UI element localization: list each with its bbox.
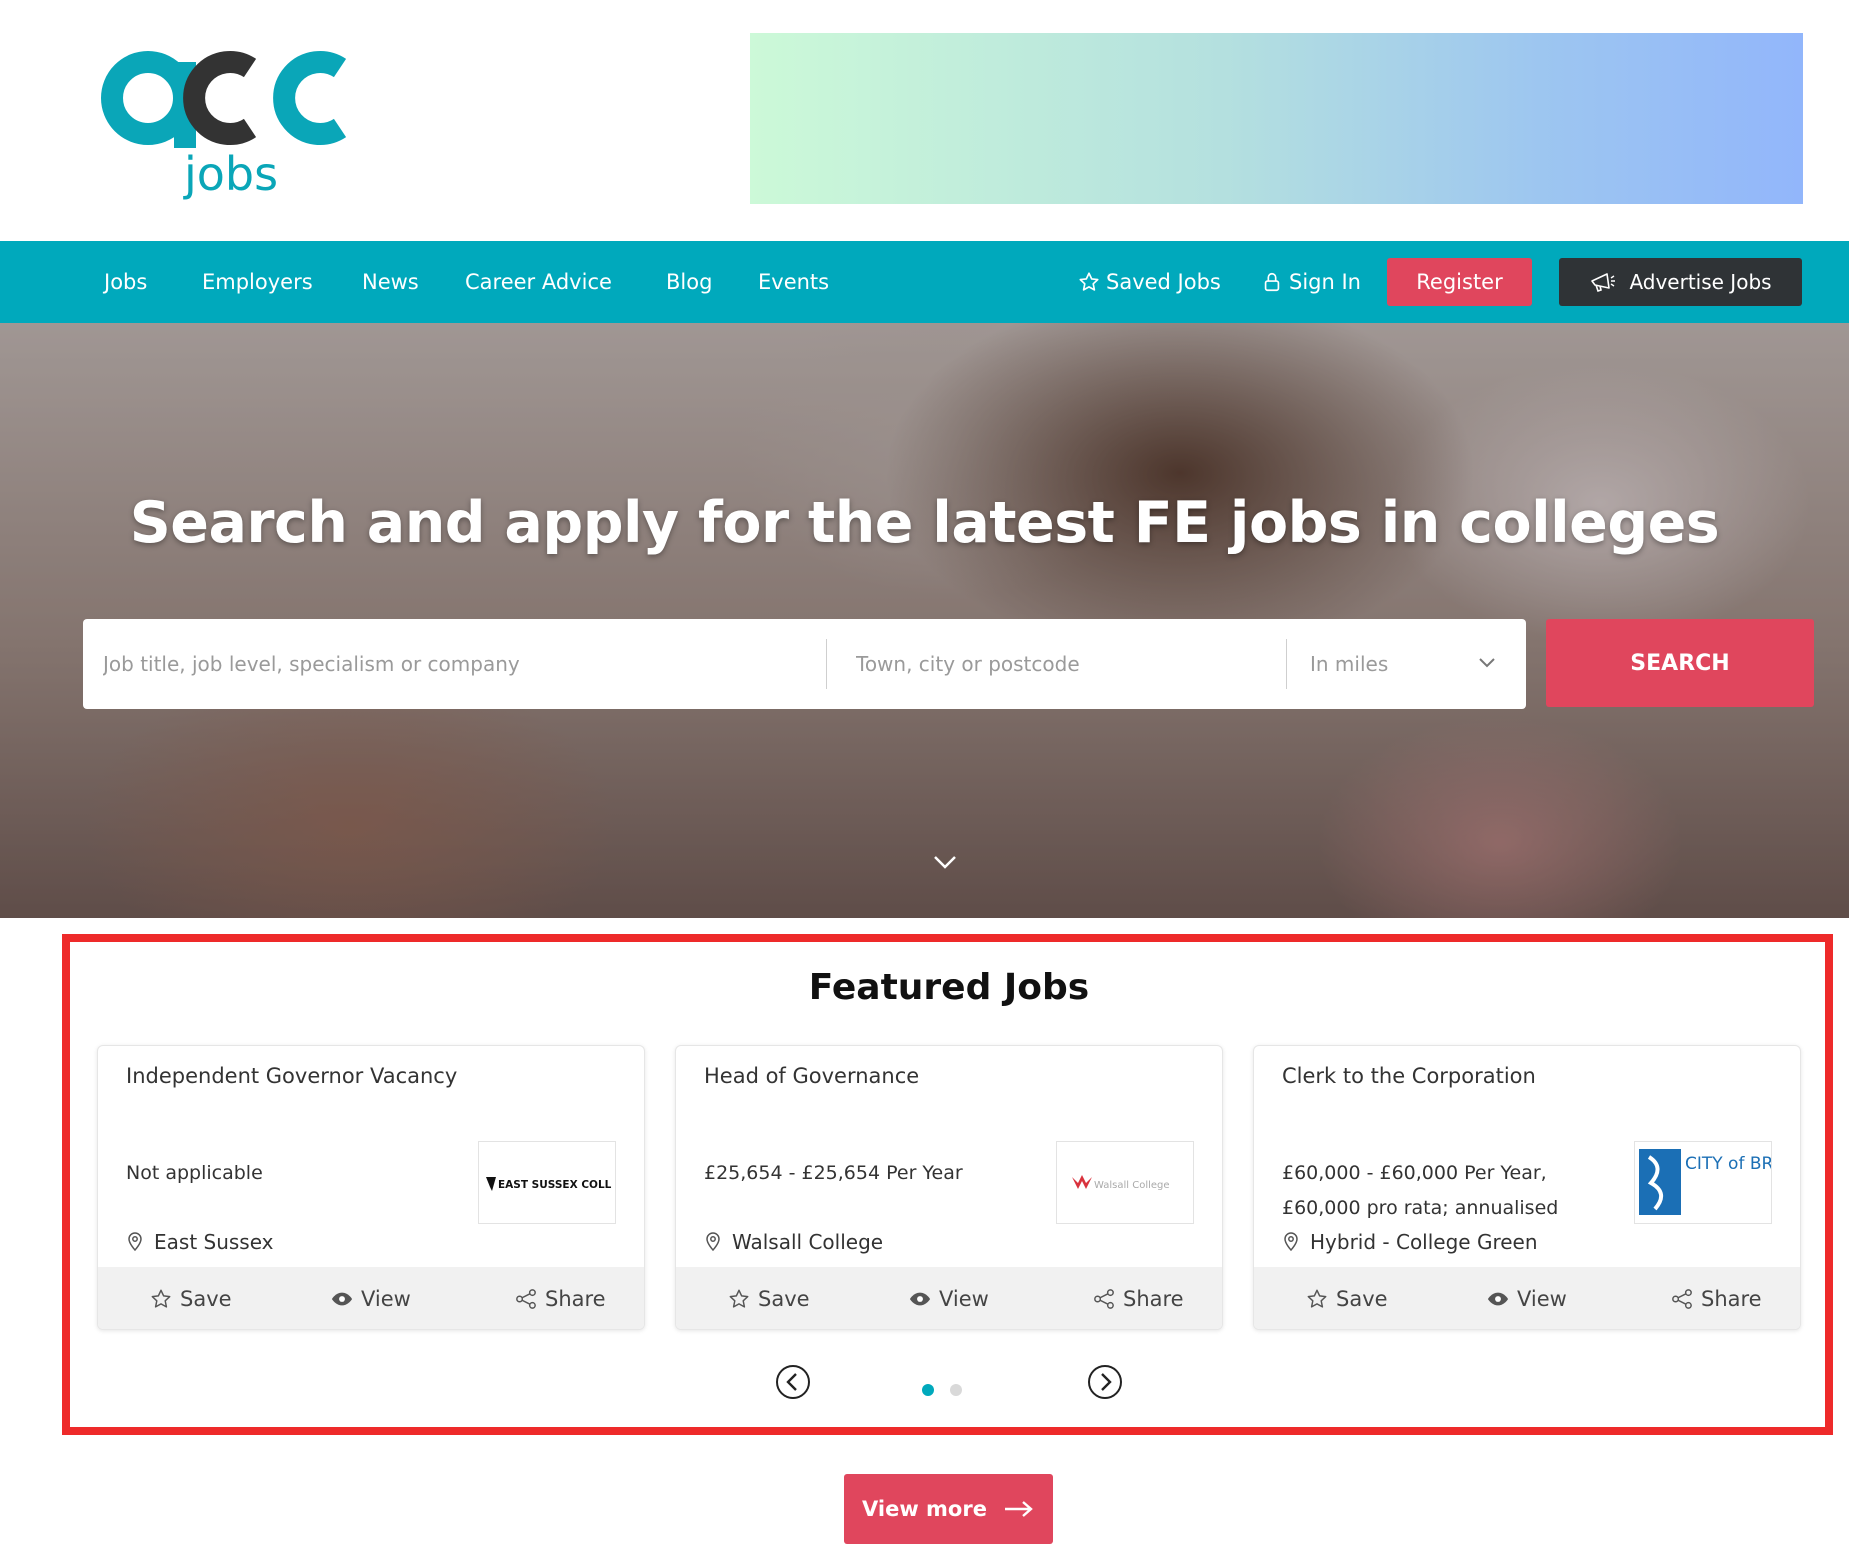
city-of-bristol-college-logo: CITY of BRISTOL COLLEGE [1639,1148,1771,1215]
eye-icon [331,1292,353,1306]
share-label: Share [1123,1287,1184,1311]
share-job-button[interactable]: Share [1093,1267,1184,1329]
star-icon [1079,272,1099,291]
job-location-label: East Sussex [154,1230,274,1254]
arrow-right-icon [1004,1501,1033,1517]
logo-wordmark: Walsall College [1094,1180,1170,1191]
saved-jobs-link[interactable]: Saved Jobs [1078,241,1221,323]
megaphone-icon [1591,273,1616,293]
share-icon [1672,1289,1692,1309]
carousel-next-button[interactable] [1087,1364,1123,1400]
share-label: Share [1701,1287,1762,1311]
carousel-dot-active[interactable] [922,1384,934,1396]
share-icon [1094,1289,1114,1309]
job-location-label: Walsall College [732,1230,884,1254]
chevron-down-icon [1479,658,1495,668]
aoc-jobs-logo-mark: jobs [101,51,347,201]
view-job-button[interactable]: View [331,1267,411,1329]
job-location: Hybrid - College Green [1282,1230,1538,1254]
view-more-label: View more [862,1497,987,1521]
nav-news[interactable]: News [362,241,419,323]
search-divider [1286,639,1287,689]
search-button[interactable]: SEARCH [1546,619,1814,707]
site-header: jobs [0,0,1849,241]
view-label: View [1517,1287,1567,1311]
carousel-prev-button[interactable] [775,1364,811,1400]
radius-select[interactable]: In miles [1288,619,1526,709]
job-card-actions: Save View Share [676,1267,1222,1329]
job-location: East Sussex [126,1230,274,1254]
star-icon [729,1289,749,1308]
view-more-button[interactable]: View more [844,1474,1053,1544]
keyword-search-input[interactable] [83,619,823,709]
save-label: Save [758,1287,810,1311]
nav-jobs[interactable]: Jobs [104,241,147,323]
save-job-button[interactable]: Save [150,1267,232,1329]
nav-employers[interactable]: Employers [202,241,313,323]
save-label: Save [1336,1287,1388,1311]
job-salary: £60,000 - £60,000 Per Year, £60,000 pro … [1282,1162,1559,1219]
hero-title: Search and apply for the latest FE jobs … [129,490,1720,556]
search-box: In miles [83,619,1526,709]
nav-events[interactable]: Events [758,241,829,323]
eye-icon [909,1292,931,1306]
share-job-button[interactable]: Share [515,1267,606,1329]
search-divider [826,639,827,689]
job-location: Walsall College [704,1230,883,1254]
aoc-jobs-logo[interactable]: jobs [100,28,360,208]
location-pin-icon [128,1232,142,1252]
employer-logo[interactable]: CITY of BRISTOL COLLEGE [1634,1141,1772,1224]
job-location-label: Hybrid - College Green [1310,1230,1538,1254]
job-card-actions: Save View Share [98,1267,644,1329]
walsall-college-logo: Walsall College [1072,1174,1170,1191]
star-icon [1307,1289,1327,1308]
location-search-input[interactable] [828,619,1284,709]
share-label: Share [545,1287,606,1311]
logo-wordmark: CITY of BRISTOL COLLEGE [1685,1154,1771,1174]
share-icon [516,1289,536,1309]
nav-blog[interactable]: Blog [666,241,712,323]
job-title[interactable]: Head of Governance [704,1064,919,1088]
job-card-actions: Save View Share [1254,1267,1800,1329]
register-button[interactable]: Register [1387,258,1532,306]
banner-advert[interactable] [750,33,1803,204]
logo-word: jobs [183,147,278,201]
logo-wordmark: EAST SUSSEX COLLEGE [498,1179,612,1191]
view-label: View [361,1287,411,1311]
east-sussex-college-logo: EAST SUSSEX COLLEGE [486,1176,612,1191]
view-label: View [939,1287,989,1311]
job-title[interactable]: Clerk to the Corporation [1282,1064,1536,1088]
saved-jobs-label: Saved Jobs [1106,270,1221,294]
job-salary: £25,654 - £25,654 Per Year [704,1162,963,1184]
lock-icon [1264,272,1280,292]
eye-icon [1487,1292,1509,1306]
save-job-button[interactable]: Save [728,1267,810,1329]
sign-in-label: Sign In [1289,270,1361,294]
advertise-jobs-button[interactable]: Advertise Jobs [1559,258,1802,306]
view-job-button[interactable]: View [909,1267,989,1329]
carousel-dot[interactable] [950,1384,962,1396]
featured-jobs-title: Featured Jobs [808,967,1090,1008]
view-job-button[interactable]: View [1487,1267,1567,1329]
employer-logo[interactable]: Walsall College [1056,1141,1194,1224]
save-job-button[interactable]: Save [1306,1267,1388,1329]
job-card[interactable]: Head of Governance £25,654 - £25,654 Per… [675,1045,1223,1330]
star-icon [151,1289,171,1308]
radius-select-value: In miles [1310,652,1389,676]
job-card[interactable]: Independent Governor Vacancy Not applica… [97,1045,645,1330]
share-job-button[interactable]: Share [1671,1267,1762,1329]
scroll-down-chevron-icon[interactable] [932,853,958,871]
advertise-jobs-label: Advertise Jobs [1629,270,1772,294]
job-salary: Not applicable [126,1162,263,1184]
location-pin-icon [706,1232,720,1252]
employer-logo[interactable]: EAST SUSSEX COLLEGE [478,1141,616,1224]
sign-in-link[interactable]: Sign In [1261,241,1361,323]
location-pin-icon [1284,1232,1298,1252]
job-title[interactable]: Independent Governor Vacancy [126,1064,457,1088]
save-label: Save [180,1287,232,1311]
job-card[interactable]: Clerk to the Corporation £60,000 - £60,0… [1253,1045,1801,1330]
hero-banner: Search and apply for the latest FE jobs … [0,323,1849,918]
nav-career-advice[interactable]: Career Advice [465,241,612,323]
